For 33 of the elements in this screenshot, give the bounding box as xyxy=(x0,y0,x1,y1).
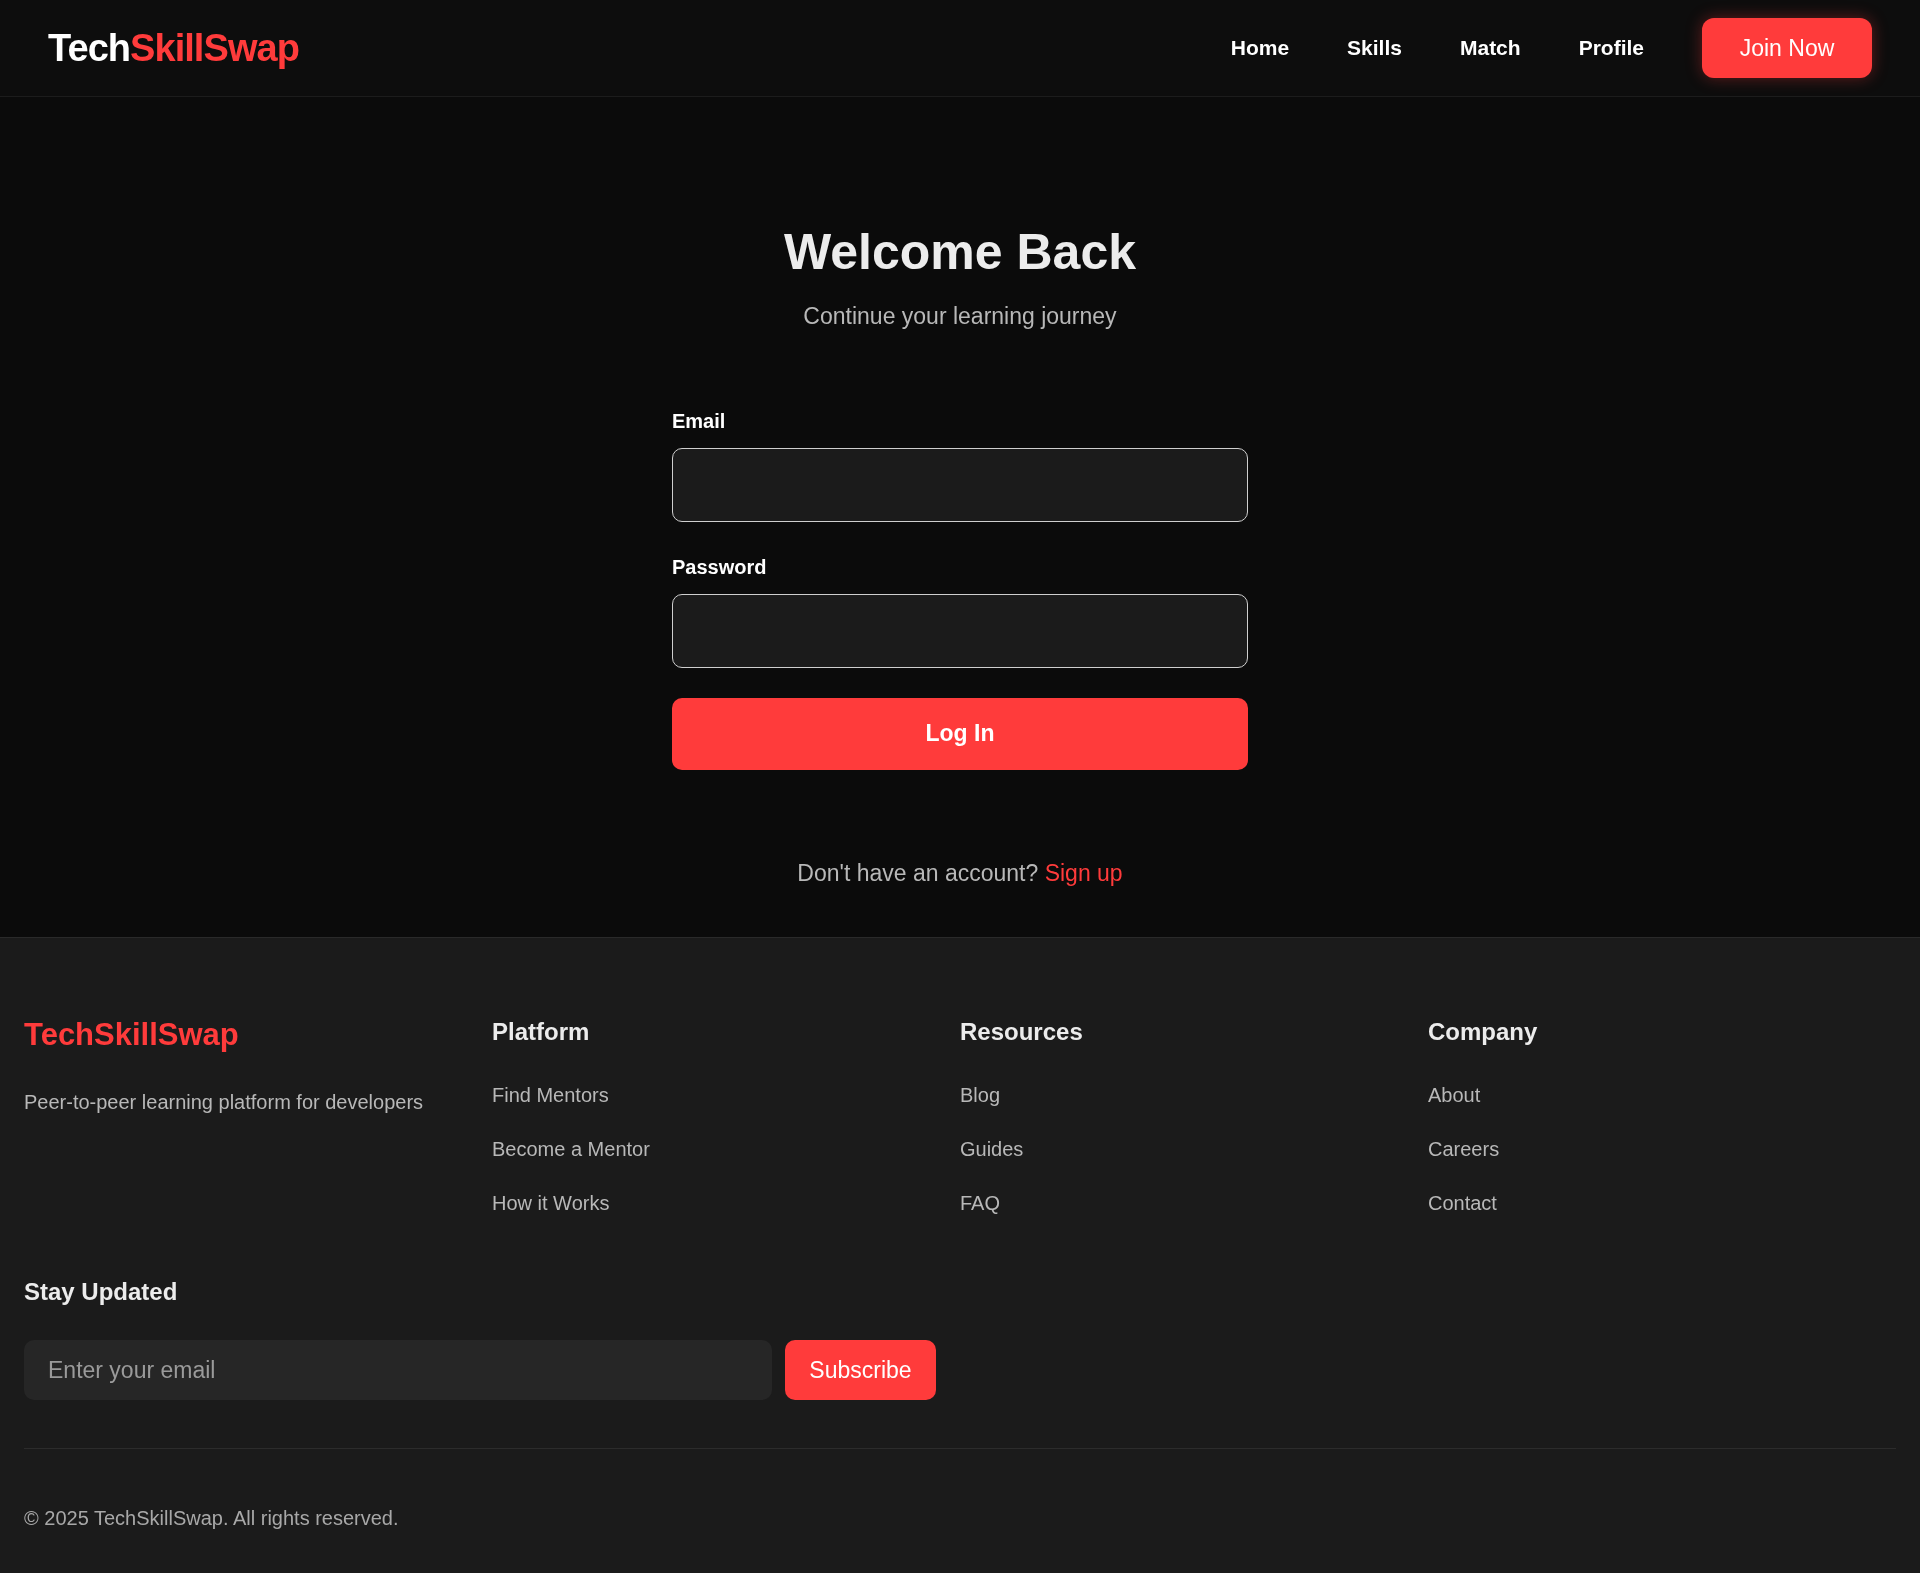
log-in-button[interactable]: Log In xyxy=(672,697,1248,770)
nav-link[interactable]: Match xyxy=(1459,32,1521,64)
copyright: © 2025 TechSkillSwap. All rights reserved. xyxy=(24,1506,400,1531)
footer-link[interactable]: Contact xyxy=(1428,1188,1896,1218)
input-field[interactable] xyxy=(672,447,1248,522)
newsletter-email-field[interactable]: Enter your email xyxy=(24,1340,772,1400)
footer-brand: TechSkillSwap xyxy=(24,1016,240,1054)
footer-link[interactable]: Find Mentors xyxy=(492,1080,960,1110)
field-label: Email xyxy=(672,408,727,434)
subscribe-button[interactable]: Subscribe xyxy=(785,1340,936,1400)
join-now-button[interactable]: Join Now xyxy=(1702,18,1872,78)
footer-link[interactable]: How it Works xyxy=(492,1188,960,1218)
footer-heading: Resources xyxy=(960,1017,1084,1047)
page-subtitle: Continue your learning journey xyxy=(803,302,1117,331)
footer-link[interactable]: Guides xyxy=(960,1134,1428,1164)
newsletter-heading: Stay Updated xyxy=(24,1277,179,1307)
sign-up-link[interactable]: Sign up xyxy=(1044,859,1123,886)
footer-link[interactable]: Blog xyxy=(960,1080,1428,1110)
nav-link[interactable]: Home xyxy=(1230,32,1290,64)
field-label: Password xyxy=(672,554,768,580)
footer-tagline: Peer-to-peer learning platform for developers xyxy=(24,1089,425,1115)
footer-heading: Company xyxy=(1428,1017,1539,1047)
nav-link[interactable]: Skills xyxy=(1347,32,1402,64)
footer-link[interactable]: FAQ xyxy=(960,1188,1428,1218)
footer-heading: Platform xyxy=(492,1017,591,1047)
footer-link[interactable]: About xyxy=(1428,1080,1896,1110)
page-title: Welcome Back xyxy=(784,227,1136,277)
footer-link[interactable]: Become a Mentor xyxy=(492,1134,960,1164)
logo[interactable]: TechSkillSwap xyxy=(48,19,299,77)
nav-link[interactable]: Profile xyxy=(1578,32,1644,64)
input-field[interactable] xyxy=(672,593,1248,668)
footer-link[interactable]: Careers xyxy=(1428,1134,1896,1164)
signup-prompt: Don't have an account? Sign up xyxy=(797,858,1123,888)
